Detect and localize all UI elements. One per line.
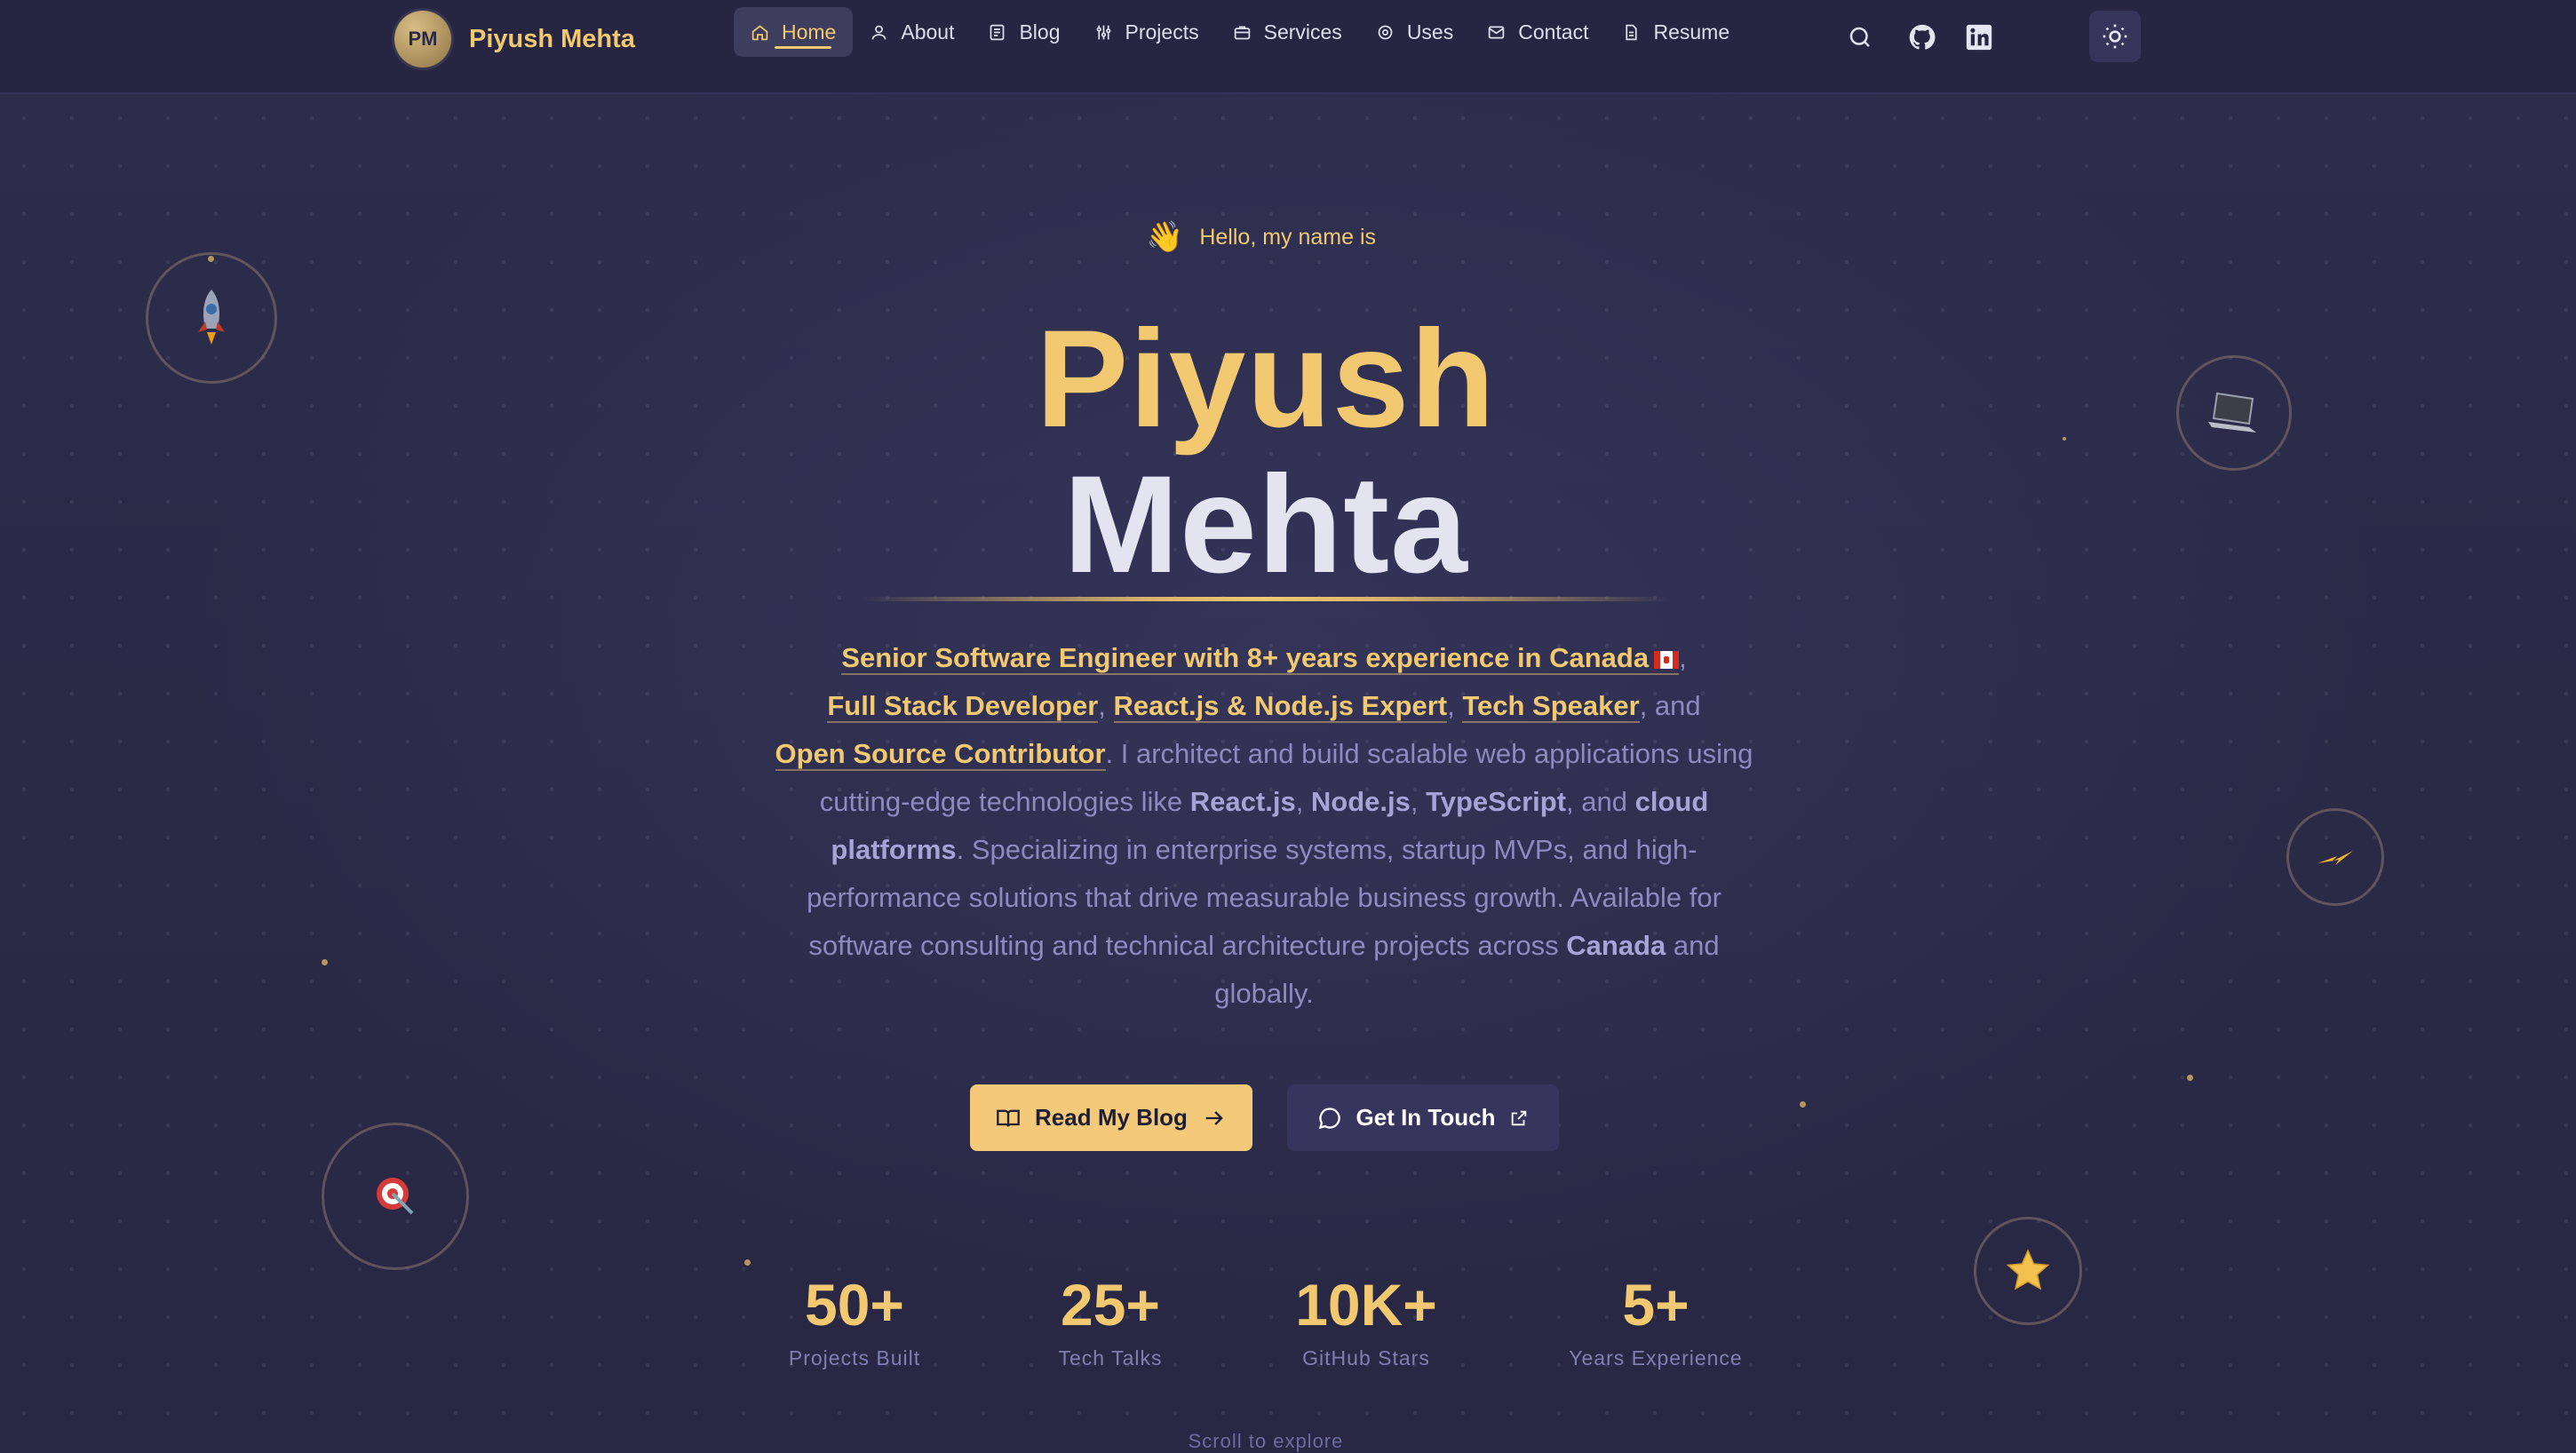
greeting: 👋 Hello, my name is [1146, 219, 1376, 255]
sparkle [744, 1259, 751, 1266]
hero-description: Senior Software Engineer with 8+ years e… [771, 634, 1757, 1018]
user-icon [871, 25, 886, 39]
linkedin-link[interactable] [1961, 20, 1997, 55]
theme-toggle-button[interactable] [2089, 11, 2141, 62]
separator: , [1679, 642, 1687, 673]
role-speaker: Tech Speaker [1462, 690, 1640, 723]
read-blog-label: Read My Blog [1035, 1104, 1188, 1131]
nav-projects[interactable]: Projects [1077, 7, 1216, 57]
location-canada: Canada [1566, 930, 1666, 961]
stat-value: 50+ [805, 1272, 904, 1338]
sparkle [1800, 1101, 1806, 1108]
nav-resume[interactable]: Resume [1605, 7, 1746, 57]
stat-projects: 50+ Projects Built [748, 1270, 961, 1370]
newspaper-icon [990, 24, 1005, 40]
name-underline [862, 597, 1670, 601]
target-icon [377, 1178, 414, 1215]
nav-blog[interactable]: Blog [971, 7, 1077, 57]
nav-contact-label: Contact [1518, 20, 1589, 44]
nav-about-label: About [901, 20, 955, 44]
stat-stars: 10K+ GitHub Stars [1260, 1270, 1473, 1370]
top-navbar: PM Piyush Mehta Home About Blog Projects… [0, 0, 2576, 94]
nav-uses-label: Uses [1406, 20, 1454, 44]
role-full-stack: Full Stack Developer [827, 690, 1099, 723]
brand-name: Piyush Mehta [469, 24, 635, 53]
star-icon [2006, 1249, 2050, 1290]
sparkle [208, 256, 214, 262]
stat-experience: 5+ Years Experience [1549, 1270, 1762, 1370]
greeting-text: Hello, my name is [1199, 224, 1377, 250]
floating-star [1974, 1217, 2082, 1325]
stat-label: GitHub Stars [1302, 1346, 1430, 1370]
github-icon [1909, 24, 1936, 50]
lightning-icon [2318, 851, 2353, 865]
brand[interactable]: PM Piyush Mehta [394, 11, 635, 67]
read-blog-button[interactable]: Read My Blog [970, 1084, 1252, 1151]
tech-react: React.js [1189, 786, 1296, 817]
role-text: Senior Software Engineer with 8+ years e… [841, 642, 1650, 673]
book-icon [997, 1109, 1020, 1127]
home-icon [751, 24, 768, 40]
stat-value: 5+ [1622, 1272, 1690, 1338]
separator: , [1098, 690, 1106, 721]
separator: , [1447, 690, 1455, 721]
sun-icon [2103, 24, 2127, 49]
sliders-icon [1096, 25, 1110, 39]
mail-icon [1488, 26, 1505, 38]
hero-last-name: Mehta [1063, 448, 1468, 602]
arrow-right-icon [1205, 1110, 1223, 1125]
github-link[interactable] [1904, 20, 1940, 55]
separator: , [1295, 786, 1311, 817]
briefcase-icon [1234, 26, 1250, 39]
scroll-hint[interactable]: Scroll to explore [0, 1430, 2532, 1453]
hero-first-name: Piyush [1036, 302, 1496, 457]
sparkle [322, 959, 328, 965]
tech-node: Node.js [1310, 786, 1411, 817]
role-react-node: React.js & Node.js Expert [1113, 690, 1448, 723]
nav-services-label: Services [1263, 20, 1342, 44]
nav-blog-label: Blog [1019, 20, 1061, 44]
separator: , and [1566, 786, 1635, 817]
floating-target [322, 1123, 469, 1270]
stat-label: Projects Built [788, 1346, 921, 1370]
separator: , and [1639, 690, 1701, 721]
get-in-touch-button[interactable]: Get In Touch [1287, 1084, 1559, 1151]
avatar: PM [394, 11, 451, 67]
chat-icon [1318, 1107, 1340, 1129]
separator: , [1410, 786, 1427, 817]
role-senior-engineer: Senior Software Engineer with 8+ years e… [841, 642, 1680, 675]
gear-icon [1378, 25, 1393, 39]
nav-services[interactable]: Services [1216, 7, 1359, 57]
role-open-source: Open Source Contributor [775, 738, 1106, 771]
document-icon [1626, 24, 1638, 40]
search-icon [1849, 27, 1870, 47]
stat-label: Years Experience [1569, 1346, 1743, 1370]
stat-label: Tech Talks [1058, 1346, 1163, 1370]
nav-about[interactable]: About [853, 7, 971, 57]
search-button[interactable] [1842, 20, 1878, 55]
nav-projects-label: Projects [1125, 20, 1199, 44]
stat-value: 25+ [1061, 1272, 1160, 1338]
nav-home[interactable]: Home [734, 7, 854, 57]
nav-uses[interactable]: Uses [1359, 7, 1470, 57]
nav-home-label: Home [782, 20, 837, 44]
canada-flag-icon [1654, 651, 1680, 669]
waving-hand-icon: 👋 [1146, 220, 1184, 254]
stat-value: 10K+ [1295, 1272, 1437, 1338]
nav-contact[interactable]: Contact [1470, 7, 1605, 57]
sparkle [2187, 1075, 2193, 1081]
stat-talks: 25+ Tech Talks [1004, 1270, 1217, 1370]
tech-typescript: TypeScript [1426, 786, 1567, 817]
linkedin-icon [1966, 24, 1992, 51]
external-link-icon [1512, 1110, 1527, 1125]
nav-resume-label: Resume [1653, 20, 1730, 44]
main-nav: Home About Blog Projects Services Uses C… [734, 7, 1746, 57]
get-in-touch-label: Get In Touch [1356, 1104, 1496, 1131]
floating-lightning [2286, 808, 2384, 906]
